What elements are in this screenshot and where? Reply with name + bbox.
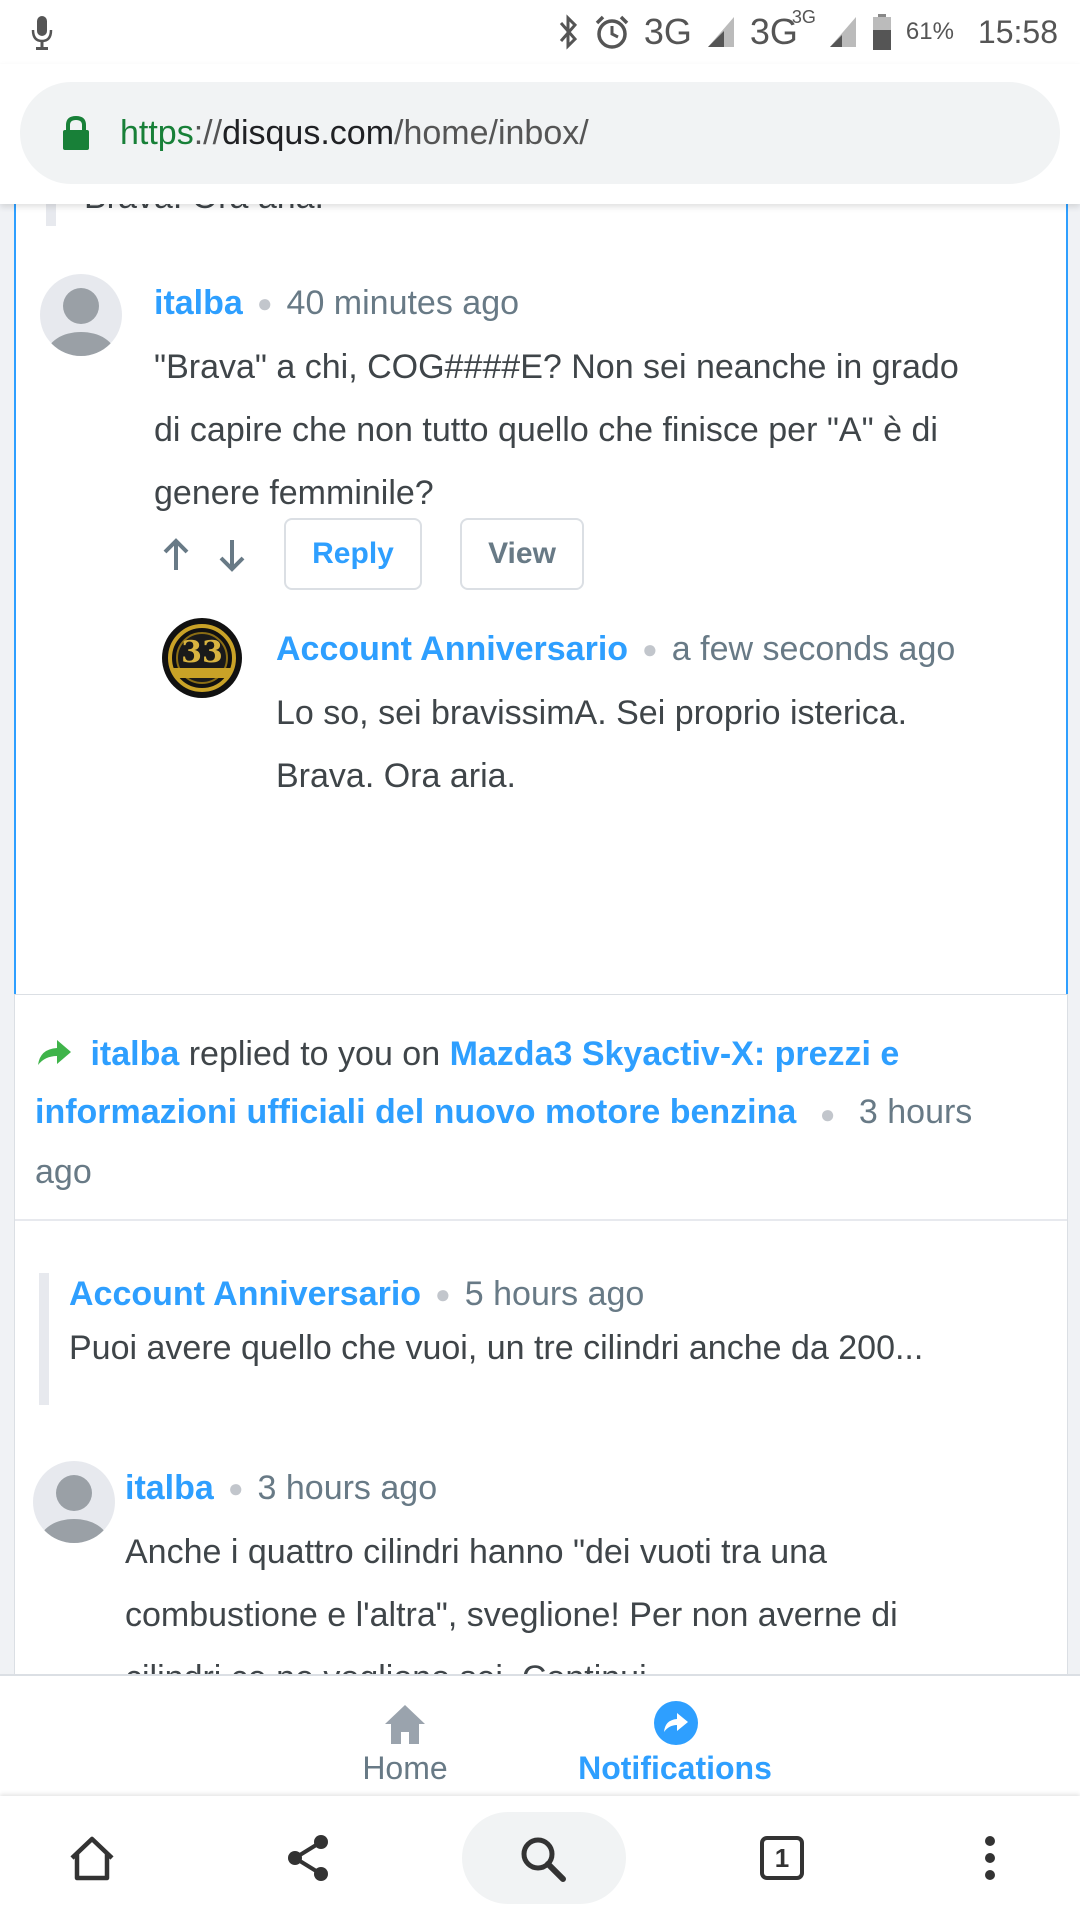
alarm-icon (595, 15, 629, 49)
comment-header: italba ● 3 hours ago (125, 1469, 438, 1508)
search-icon (521, 1837, 566, 1882)
comment-author[interactable]: italba (154, 284, 243, 323)
battery-icon (872, 14, 891, 50)
tab-count: 1 (760, 1836, 804, 1880)
home-outline-icon (70, 1836, 114, 1881)
url-text: https://disqus.com/home/inbox/ (120, 113, 589, 152)
network-label-1: 3G (643, 11, 692, 52)
comment-header: italba ● 40 minutes ago (154, 284, 519, 323)
notification-header[interactable]: italba replied to you on Mazda3 Skyactiv… (15, 995, 1067, 1221)
avatar[interactable] (40, 274, 122, 356)
notifications-icon (654, 1701, 698, 1745)
microphone-icon (31, 16, 53, 50)
thread-title-link-cont[interactable]: informazioni ufficiali del nuovo motore … (35, 1093, 796, 1131)
more-vert-icon (985, 1836, 995, 1880)
notification-time[interactable]: 3 hours (859, 1093, 972, 1131)
quoted-comment-tail: Brava. Ora aria. (84, 204, 324, 229)
quoted-header: Account Anniversario ● 5 hours ago (69, 1275, 645, 1314)
notification-actor[interactable]: italba (90, 1035, 179, 1073)
reply-header: Account Anniversario ● a few seconds ago (276, 630, 955, 669)
anniversary-avatar[interactable]: 33 (162, 618, 242, 698)
downvote-icon[interactable] (218, 538, 246, 572)
app-bottom-nav: Home Notifications (0, 1674, 1080, 1796)
badge-number: 33 (181, 635, 223, 670)
quote-bar (39, 1273, 49, 1405)
menu-button[interactable] (950, 1818, 1030, 1898)
comment-body: "Brava" a chi, COG####E? Non sei neanche… (154, 348, 959, 512)
tab-switcher-button[interactable]: 1 (742, 1818, 822, 1898)
status-icons: 3G 3G 3G 61% 15:58 (558, 7, 1058, 56)
share-button[interactable] (268, 1818, 348, 1898)
clock: 15:58 (977, 13, 1058, 50)
comment-body: Anche i quattro cilindri hanno "dei vuot… (125, 1533, 898, 1674)
battery-percent: 61% (905, 18, 954, 45)
notification-summary: italba replied to you on Mazda3 Skyactiv… (35, 1035, 973, 1191)
quoted-text: Puoi avere quello che vuoi, un tre cilin… (69, 1329, 924, 1367)
browser-home-button[interactable] (52, 1818, 132, 1898)
browser-toolbar: 1 (0, 1796, 1080, 1920)
view-button[interactable]: View (460, 518, 584, 590)
comment-time[interactable]: 3 hours ago (258, 1469, 438, 1508)
upvote-icon[interactable] (162, 538, 190, 572)
address-bar[interactable]: https://disqus.com/home/inbox/ (20, 82, 1060, 184)
quoted-time[interactable]: 5 hours ago (465, 1275, 645, 1314)
nav-home[interactable]: Home (340, 1676, 470, 1796)
comment-author[interactable]: italba (125, 1469, 214, 1508)
nav-home-label: Home (362, 1750, 448, 1786)
lock-icon (63, 115, 89, 150)
reply-time[interactable]: a few seconds ago (672, 630, 956, 669)
network-label-2: 3G 3G (749, 7, 816, 52)
status-bar: 3G 3G 3G 61% 15:58 (0, 0, 1080, 64)
default-avatar-icon (47, 288, 115, 356)
quoted-author[interactable]: Account Anniversario (69, 1275, 421, 1314)
nav-notifications-label: Notifications (578, 1750, 772, 1786)
home-icon (385, 1705, 425, 1744)
signal-icon-2 (829, 17, 856, 47)
signal-icon-1 (707, 17, 734, 47)
separator-dot: ● (642, 634, 658, 664)
nav-notifications[interactable]: Notifications (570, 1676, 780, 1796)
reply-arrow-icon (38, 1040, 71, 1065)
search-button[interactable] (462, 1812, 626, 1904)
avatar[interactable] (33, 1461, 115, 1543)
thread-title-link[interactable]: Mazda3 Skyactiv-X: prezzi e (450, 1035, 900, 1073)
quote-bar (46, 204, 56, 226)
bluetooth-icon (559, 14, 577, 50)
inbox-feed[interactable]: Brava. Ora aria. italba ● 40 minutes ago… (0, 204, 1080, 1674)
reply-button[interactable]: Reply (284, 518, 422, 590)
comment-time[interactable]: 40 minutes ago (287, 284, 520, 323)
default-avatar-icon (40, 1475, 108, 1543)
browser-address-area: https://disqus.com/home/inbox/ (0, 64, 1080, 204)
separator-dot: ● (256, 288, 273, 318)
reply-body: Lo so, sei bravissimA. Sei proprio ister… (276, 694, 908, 795)
notification-card[interactable]: italba replied to you on Mazda3 Skyactiv… (14, 994, 1068, 1674)
reply-author[interactable]: Account Anniversario (276, 630, 628, 669)
share-icon (288, 1835, 328, 1881)
